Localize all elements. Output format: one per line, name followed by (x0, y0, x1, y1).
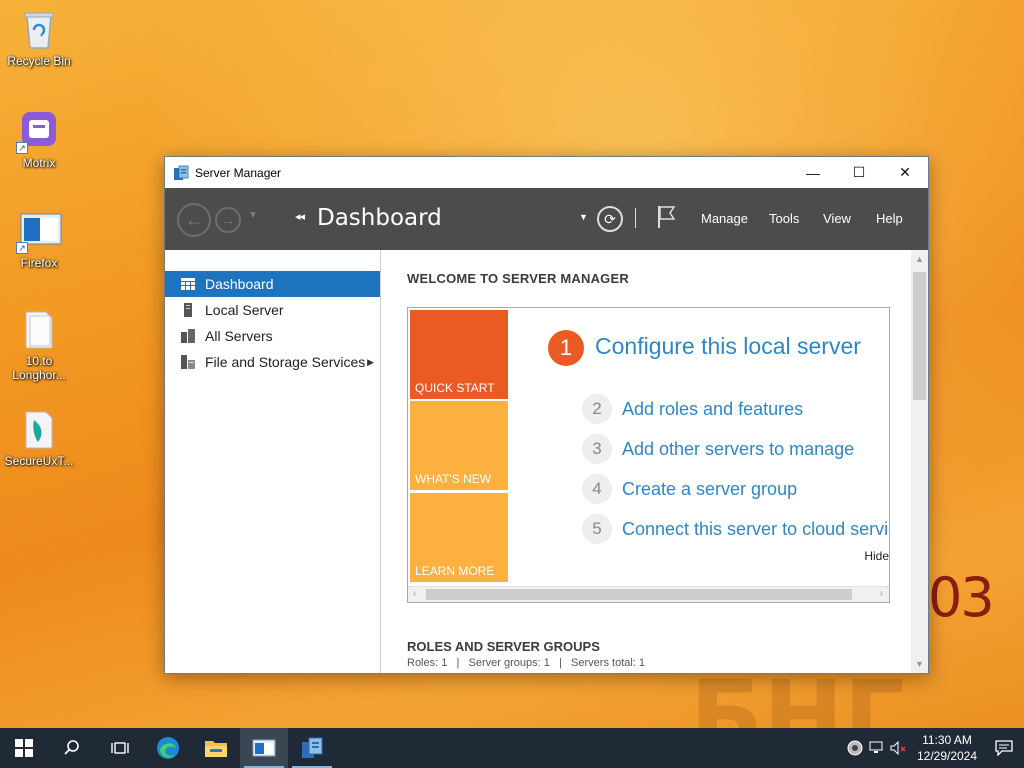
sidebar-item-file-storage[interactable]: File and Storage Services ▶ (165, 349, 380, 375)
start-icon (15, 739, 33, 757)
desktop-icon-recycle-bin[interactable]: Recycle Bin (1, 8, 77, 68)
server-manager-app-icon (174, 165, 189, 180)
motrix-icon: ↗ (16, 110, 58, 154)
folder-icon (20, 308, 58, 350)
toolbar: ← → ▼ ◂◂ Dashboard ▼ ⟳ Manage Tools View… (165, 188, 928, 250)
sidebar-item-label: All Servers (205, 328, 273, 344)
sidebar-item-label: File and Storage Services (205, 354, 366, 370)
step-add-roles[interactable]: 2 Add roles and features (582, 393, 803, 425)
toolbar-separator (635, 208, 636, 228)
taskbar: 11:30 AM 12/29/2024 (0, 728, 1024, 768)
scroll-thumb[interactable] (426, 589, 852, 600)
volume-muted-icon[interactable] (888, 728, 910, 768)
shortcut-arrow-icon: ↗ (16, 242, 28, 254)
scroll-right-icon[interactable]: › (880, 588, 883, 599)
desktop-icon-firefox[interactable]: ↗ Firefox (1, 210, 77, 270)
wallpaper-text: 03 (928, 566, 995, 629)
refresh-dropdown-icon[interactable]: ▼ (579, 212, 588, 222)
submenu-arrow-icon[interactable]: ▶ (367, 357, 374, 368)
server-manager-window: Server Manager — ☐ ✕ ← → ▼ ◂◂ Dashboard … (164, 156, 929, 674)
sidebar-item-label: Dashboard (205, 276, 274, 292)
hide-link[interactable]: Hide (864, 549, 889, 563)
clock[interactable]: 11:30 AM 12/29/2024 (910, 732, 984, 764)
roles-summary: Roles: 1 | Server groups: 1 | Servers to… (407, 657, 646, 669)
notifications-icon (995, 740, 1013, 756)
server-manager-icon (302, 737, 323, 758)
desktop-icon-folder[interactable]: 10.to Longhor... (1, 308, 77, 382)
action-center-button[interactable] (984, 728, 1024, 768)
scroll-up-icon[interactable]: ▲ (915, 254, 924, 264)
secureux-icon (20, 408, 58, 450)
system-tray: 11:30 AM 12/29/2024 (844, 728, 1024, 768)
scroll-down-icon[interactable]: ▼ (915, 659, 924, 669)
refresh-button[interactable]: ⟳ (597, 206, 623, 232)
edge-icon (157, 737, 179, 759)
app-window-icon (252, 739, 276, 757)
menu-help[interactable]: Help (876, 211, 903, 226)
network-icon[interactable] (866, 728, 888, 768)
tile-quick-start[interactable]: QUICK START (410, 310, 508, 399)
breadcrumb-arrows-icon: ◂◂ (295, 211, 305, 223)
maximize-button[interactable]: ☐ (836, 157, 882, 188)
tile-learn-more[interactable]: LEARN MORE (410, 493, 508, 582)
sidebar-item-all-servers[interactable]: All Servers (165, 323, 380, 349)
file-explorer-button[interactable] (192, 728, 240, 768)
server-icon (181, 303, 195, 317)
dashboard-grid-icon (181, 277, 195, 291)
servers-icon (181, 329, 195, 343)
forward-arrow-icon: → (221, 212, 235, 228)
firefox-icon: ↗ (16, 210, 62, 254)
start-button[interactable] (0, 728, 48, 768)
search-icon (64, 740, 79, 755)
back-arrow-icon: ← (185, 209, 203, 230)
refresh-icon: ⟳ (604, 210, 616, 227)
scroll-left-icon[interactable]: ‹ (413, 588, 416, 599)
title-bar[interactable]: Server Manager — ☐ ✕ (165, 157, 928, 188)
step-add-servers[interactable]: 3 Add other servers to manage (582, 433, 854, 465)
sidebar-item-local-server[interactable]: Local Server (165, 297, 380, 323)
menu-tools[interactable]: Tools (769, 211, 799, 226)
menu-view[interactable]: View (823, 211, 851, 226)
storage-icon (181, 355, 195, 369)
desktop-icon-secureux[interactable]: SecureUxT... (1, 408, 77, 468)
roles-heading: ROLES AND SERVER GROUPS (407, 639, 600, 654)
back-button[interactable]: ← (177, 203, 211, 237)
tile-whats-new[interactable]: WHAT'S NEW (410, 401, 508, 490)
history-dropdown-icon[interactable]: ▼ (248, 210, 258, 221)
edge-button[interactable] (144, 728, 192, 768)
network-globe-icon[interactable] (844, 728, 866, 768)
task-view-icon (111, 742, 129, 754)
close-button[interactable]: ✕ (882, 157, 928, 188)
taskbar-server-manager[interactable] (288, 728, 336, 768)
clock-date: 12/29/2024 (916, 749, 978, 763)
recycle-bin-icon (20, 8, 58, 50)
step-connect-cloud[interactable]: 5 Connect this server to cloud servic (582, 513, 889, 545)
shortcut-arrow-icon: ↗ (16, 142, 28, 154)
notifications-flag-icon[interactable] (655, 204, 677, 230)
desktop-icon-motrix[interactable]: ↗ Motrix (1, 110, 77, 170)
scroll-thumb[interactable] (913, 272, 926, 400)
welcome-heading: WELCOME TO SERVER MANAGER (407, 271, 629, 286)
sidebar-item-dashboard[interactable]: Dashboard (165, 271, 380, 297)
window-title: Server Manager (195, 165, 282, 180)
file-explorer-icon (205, 741, 227, 757)
minimize-button[interactable]: — (790, 157, 836, 188)
step-1-number: 1 (548, 330, 584, 366)
forward-button[interactable]: → (215, 207, 241, 233)
search-button[interactable] (48, 728, 96, 768)
quick-start-panel: QUICK START WHAT'S NEW LEARN MORE 1 Conf… (407, 307, 890, 603)
step-create-group[interactable]: 4 Create a server group (582, 473, 797, 505)
taskbar-app-window[interactable] (240, 728, 288, 768)
page-title: Dashboard (317, 205, 442, 231)
sidebar-item-label: Local Server (205, 302, 284, 318)
vertical-scrollbar[interactable]: ▲ ▼ (911, 250, 928, 673)
horizontal-scrollbar[interactable]: ‹ › (408, 586, 889, 602)
sidebar: Dashboard Local Server All Servers File … (165, 250, 381, 673)
task-view-button[interactable] (96, 728, 144, 768)
configure-local-server-link[interactable]: Configure this local server (595, 333, 861, 360)
menu-manage[interactable]: Manage (701, 211, 748, 226)
main-content: WELCOME TO SERVER MANAGER QUICK START WH… (381, 250, 928, 673)
clock-time: 11:30 AM (922, 733, 972, 747)
